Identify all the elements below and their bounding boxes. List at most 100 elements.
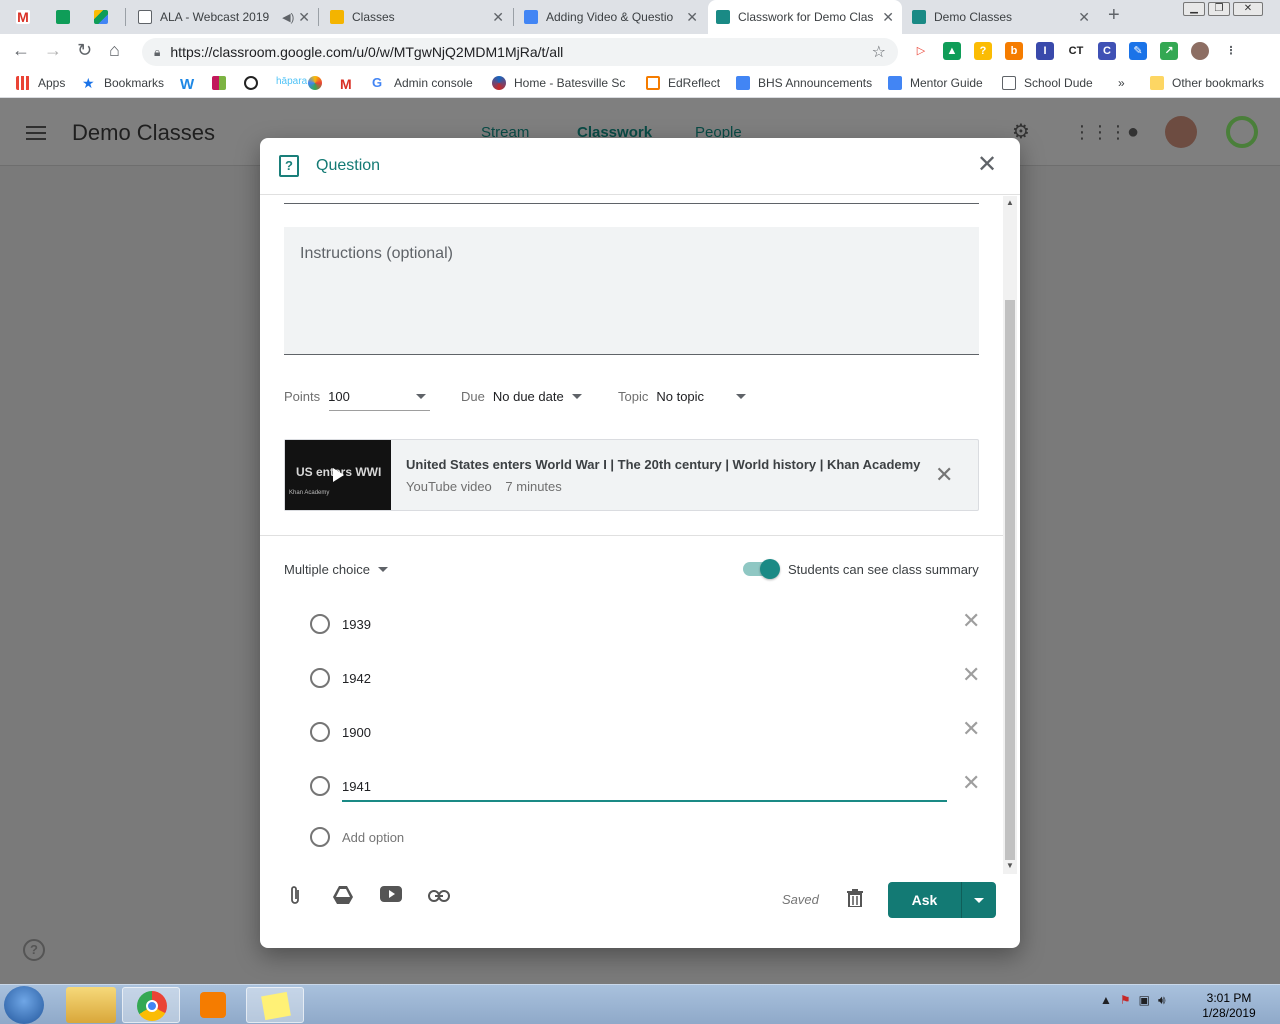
- bookmark-bhs-announcements[interactable]: BHS Announcements: [736, 76, 872, 90]
- show-hidden-icons-icon[interactable]: ▲: [1100, 993, 1112, 1008]
- dialog-scrollbar[interactable]: ▲ ▼: [1003, 196, 1017, 874]
- answer-option-text[interactable]: 1900: [342, 725, 371, 740]
- answer-option[interactable]: 1942 ✕: [310, 664, 980, 694]
- tab-sheets[interactable]: [48, 0, 86, 34]
- answer-option-text[interactable]: 1939: [342, 617, 371, 632]
- menu-icon[interactable]: ⋮: [1222, 42, 1240, 60]
- tab-demo-classes[interactable]: Demo Classes ✕: [904, 0, 1098, 34]
- bookmark-bookmarks[interactable]: ★ Bookmarks: [82, 76, 164, 90]
- ask-button[interactable]: Ask: [888, 882, 961, 918]
- profile-avatar-icon[interactable]: [1191, 42, 1209, 60]
- bookmark-other-bookmarks[interactable]: Other bookmarks: [1150, 76, 1264, 90]
- tab-gmail[interactable]: M: [8, 0, 46, 34]
- class-summary-toggle[interactable]: [743, 559, 780, 579]
- google-apps-icon[interactable]: ⋮⋮⋮: [1073, 120, 1127, 144]
- bookmark-w[interactable]: W: [180, 76, 194, 93]
- bookmarks-overflow-button[interactable]: »: [1118, 76, 1125, 90]
- youtube-icon[interactable]: [380, 885, 402, 907]
- bookmark-admin-console[interactable]: G Admin console: [372, 76, 473, 91]
- video-thumbnail[interactable]: US enters WWI Khan Academy: [285, 440, 391, 510]
- help-icon[interactable]: ?: [23, 939, 45, 961]
- extension-ct-icon[interactable]: CT: [1067, 42, 1085, 60]
- trash-icon[interactable]: [847, 889, 863, 908]
- action-center-icon[interactable]: ⚑: [1120, 993, 1131, 1008]
- tab-ala-webcast[interactable]: ALA - Webcast 2019 ◀) ✕: [130, 0, 318, 34]
- radio-button[interactable]: [310, 776, 330, 796]
- bookmark-globe[interactable]: [308, 76, 330, 90]
- maximize-button[interactable]: ❐: [1208, 2, 1230, 16]
- youtube-attachment-card[interactable]: US enters WWI Khan Academy United States…: [284, 439, 979, 511]
- extension-edit-icon[interactable]: ✎: [1129, 42, 1147, 60]
- topic-dropdown[interactable]: Topic No topic: [618, 389, 747, 404]
- add-option-placeholder[interactable]: Add option: [342, 830, 404, 845]
- home-button[interactable]: ⌂: [109, 40, 120, 61]
- google-one-ring-icon[interactable]: [1226, 116, 1258, 148]
- bookmark-hapara[interactable]: hāpara: [276, 76, 307, 87]
- new-tab-button[interactable]: +: [1108, 4, 1120, 27]
- radio-button[interactable]: [310, 614, 330, 634]
- bookmark-color[interactable]: [212, 76, 234, 90]
- system-clock[interactable]: 3:01 PM 1/28/2019: [1190, 991, 1268, 1021]
- answer-option-focused[interactable]: 1941 ✕: [310, 772, 980, 802]
- tab-classes[interactable]: Classes ✕: [322, 0, 512, 34]
- windows-start-button[interactable]: [4, 986, 44, 1024]
- scrollbar-thumb[interactable]: [1005, 300, 1015, 860]
- bookmark-school-dude[interactable]: School Dude: [1002, 76, 1093, 90]
- radio-button[interactable]: [310, 722, 330, 742]
- bookmark-panda[interactable]: [244, 76, 266, 90]
- answer-option-text[interactable]: 1941: [342, 779, 371, 794]
- network-icon[interactable]: ▣: [1139, 993, 1150, 1008]
- remove-attachment-icon[interactable]: ✕: [935, 464, 953, 486]
- close-icon[interactable]: ✕: [977, 153, 997, 177]
- close-tab-icon[interactable]: ✕: [492, 9, 504, 26]
- bookmark-apps[interactable]: Apps: [16, 76, 65, 90]
- minimize-button[interactable]: ▁: [1183, 2, 1205, 16]
- drive-extension-icon[interactable]: ▲: [943, 42, 961, 60]
- share-to-classroom-icon[interactable]: ↗: [1160, 42, 1178, 60]
- star-icon[interactable]: ☆: [872, 42, 886, 62]
- instructions-field[interactable]: Instructions (optional): [284, 227, 979, 355]
- bookmark-edreflect[interactable]: EdReflect: [646, 76, 720, 90]
- google-drive-icon[interactable]: [332, 885, 354, 907]
- link-icon[interactable]: [428, 885, 450, 907]
- remove-option-icon[interactable]: ✕: [962, 772, 980, 794]
- back-button[interactable]: ←: [12, 40, 30, 61]
- remove-option-icon[interactable]: ✕: [962, 664, 980, 686]
- remove-option-icon[interactable]: ✕: [962, 718, 980, 740]
- paperclip-icon[interactable]: [284, 885, 306, 907]
- extension-b-icon[interactable]: b: [1005, 42, 1023, 60]
- file-explorer-icon[interactable]: [66, 987, 116, 1023]
- account-avatar[interactable]: [1165, 116, 1197, 148]
- tab-drive[interactable]: [86, 0, 124, 34]
- close-tab-icon[interactable]: ✕: [686, 9, 698, 26]
- close-tab-icon[interactable]: ✕: [298, 9, 310, 26]
- notifications-bell-icon[interactable]: ●: [1121, 120, 1145, 144]
- reload-button[interactable]: ↻: [77, 40, 92, 61]
- bookmark-batesville[interactable]: Home - Batesville Sc: [492, 76, 625, 90]
- answer-option[interactable]: 1900 ✕: [310, 718, 980, 748]
- bookmark-gmail[interactable]: M: [340, 76, 352, 92]
- bookmark-mentor-guide[interactable]: Mentor Guide: [888, 76, 983, 90]
- sticky-notes-taskbar-button[interactable]: [246, 987, 304, 1023]
- ask-options-dropdown-icon[interactable]: [974, 898, 984, 903]
- scroll-down-icon[interactable]: ▼: [1006, 861, 1014, 870]
- points-field[interactable]: Points 100: [284, 389, 426, 404]
- close-tab-icon[interactable]: ✕: [882, 9, 894, 26]
- due-date-dropdown[interactable]: Due No due date: [461, 389, 582, 404]
- answer-option-text[interactable]: 1942: [342, 671, 371, 686]
- tab-adding-video[interactable]: Adding Video & Questio ✕: [516, 0, 706, 34]
- tab-classwork-demo[interactable]: Classwork for Demo Clas ✕: [708, 0, 902, 34]
- extension-i-icon[interactable]: I: [1036, 42, 1054, 60]
- remove-option-icon[interactable]: ✕: [962, 610, 980, 632]
- scroll-up-icon[interactable]: ▲: [1006, 198, 1014, 207]
- answer-option[interactable]: 1939 ✕: [310, 610, 980, 640]
- window-close-button[interactable]: ✕: [1233, 2, 1263, 16]
- forward-button[interactable]: →: [44, 40, 62, 61]
- media-player-icon[interactable]: [184, 987, 242, 1023]
- volume-icon[interactable]: 🔊︎: [1158, 993, 1166, 1008]
- radio-button[interactable]: [310, 668, 330, 688]
- main-menu-icon[interactable]: [26, 126, 46, 140]
- address-bar[interactable]: 🔒︎ https://classroom.google.com/u/0/w/MT…: [142, 38, 898, 66]
- attachment-title[interactable]: United States enters World War I | The 2…: [406, 457, 920, 472]
- help-extension-icon[interactable]: ?: [974, 42, 992, 60]
